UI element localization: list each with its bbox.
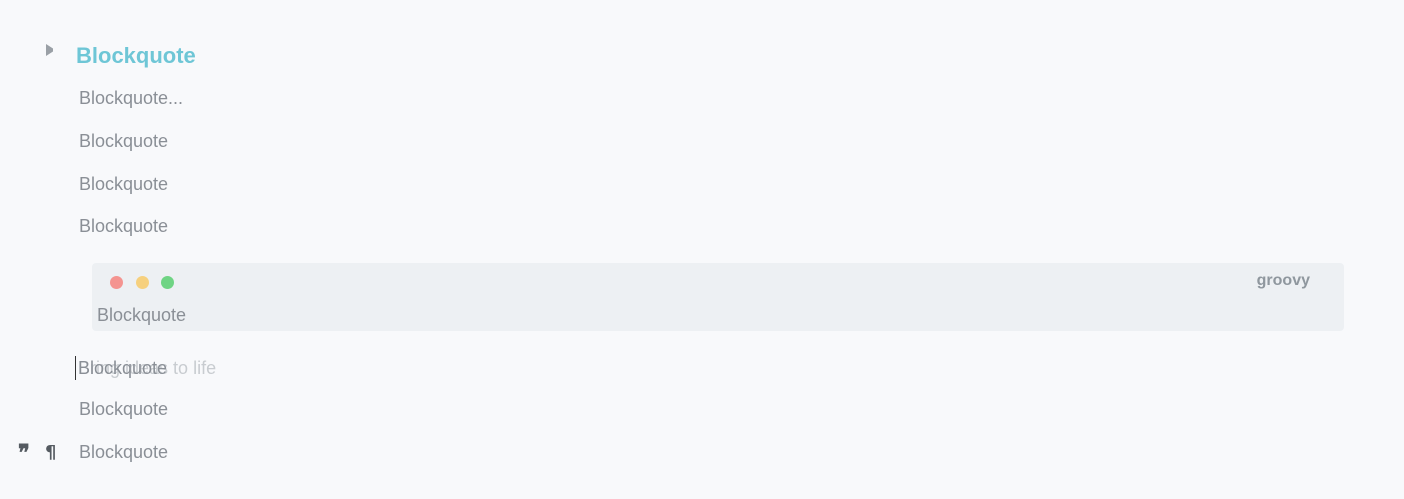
window-close-dot <box>110 276 123 289</box>
paragraph-line[interactable]: Blockquote <box>79 172 168 196</box>
editor-page: Blockquote Blockquote... Blockquote Bloc… <box>0 0 1404 499</box>
paragraph-line[interactable]: Blockquote <box>79 214 168 238</box>
heading-row: Blockquote <box>0 38 1404 74</box>
heading-title[interactable]: Blockquote <box>76 42 196 70</box>
code-block[interactable]: groovy Blockquote <box>92 263 1344 331</box>
window-minimize-dot <box>136 276 149 289</box>
active-editor-line[interactable]: Bring ideas to life Blockquote <box>75 356 275 380</box>
pilcrow-icon[interactable]: ¶ <box>45 442 56 464</box>
text-caret <box>75 356 76 380</box>
block-tools: ❞ ¶ <box>18 442 66 464</box>
code-language-label[interactable]: groovy <box>1257 271 1310 291</box>
window-maximize-dot <box>161 276 174 289</box>
paragraph-line[interactable]: Blockquote <box>79 440 168 464</box>
active-line-text[interactable]: Blockquote <box>78 356 278 380</box>
code-content[interactable]: Blockquote <box>97 303 186 327</box>
paragraph-line[interactable]: Blockquote <box>79 397 168 421</box>
paragraph-line[interactable]: Blockquote <box>79 129 168 153</box>
paragraph-line[interactable]: Blockquote... <box>79 86 183 110</box>
quote-icon[interactable]: ❞ <box>18 442 30 464</box>
triangle-right-icon[interactable] <box>44 43 56 57</box>
